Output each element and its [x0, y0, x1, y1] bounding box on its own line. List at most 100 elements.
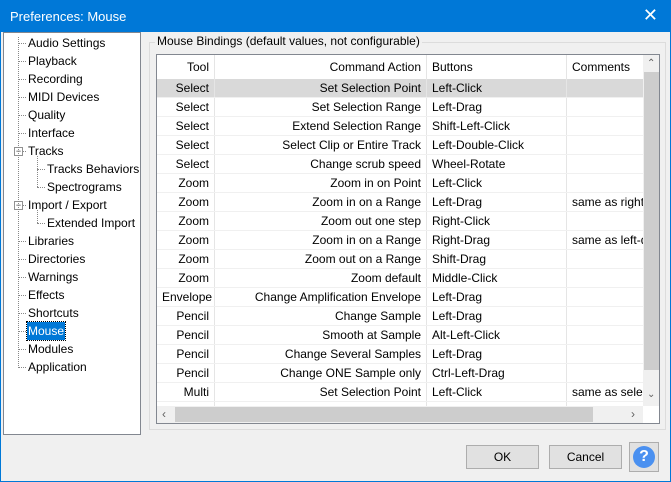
scroll-right-icon[interactable]: › [631, 407, 635, 421]
table-row[interactable]: Pencil Change ONE Sample only Ctrl-Left-Dr… [157, 364, 643, 383]
cell-buttons: Right-Drag [427, 231, 567, 249]
table-row[interactable]: Pencil Change Sample Left-Drag [157, 307, 643, 326]
cell-tool: Zoom [157, 250, 215, 268]
mouse-bindings-list[interactable]: Tool Command Action Buttons Comments Sel… [156, 54, 660, 424]
cancel-button[interactable]: Cancel [549, 445, 622, 469]
column-header-comments[interactable]: Comments [567, 55, 643, 79]
scroll-up-icon[interactable]: ⌃ [647, 58, 655, 69]
tree-item-modules[interactable]: Modules [27, 340, 74, 358]
cell-buttons: Left-Click [427, 174, 567, 192]
cell-tool: Pencil [157, 326, 215, 344]
window-title: Preferences: Mouse [10, 9, 127, 24]
scroll-down-icon[interactable]: ⌄ [647, 389, 655, 400]
cell-comments [567, 364, 643, 382]
cell-buttons: Left-Drag [427, 288, 567, 306]
tree-item-mouse[interactable]: Mouse [25, 321, 67, 341]
cell-command-action: Change scrub speed [215, 155, 427, 173]
cell-tool: Zoom [157, 193, 215, 211]
table-row[interactable]: Select Select Clip or Entire Track Left-Do… [157, 136, 643, 155]
close-icon[interactable]: ✕ [643, 5, 658, 26]
cell-comments [567, 269, 643, 287]
column-header-tool[interactable]: Tool [157, 55, 215, 79]
horizontal-scrollbar[interactable]: ‹ › [157, 406, 643, 423]
cell-tool: Zoom [157, 212, 215, 230]
table-row[interactable]: Zoom Zoom in on a Range Left-Drag same as r… [157, 193, 643, 212]
cell-buttons: Shift-Drag [427, 250, 567, 268]
tree-connector [18, 133, 26, 134]
tree-item-tracks-behaviors[interactable]: Tracks Behaviors [46, 160, 140, 178]
tree-connector [37, 223, 45, 224]
cell-comments [567, 326, 643, 344]
table-row[interactable]: Multi Set Selection Point Left-Click same a… [157, 383, 643, 402]
group-label: Mouse Bindings (default values, not conf… [155, 34, 422, 48]
tree-connector [18, 115, 26, 116]
cell-buttons: Left-Drag [427, 193, 567, 211]
cell-command-action: Set Selection Range [215, 98, 427, 116]
column-header-command-action[interactable]: Command Action [215, 55, 427, 79]
table-row[interactable]: Select Change scrub speed Wheel-Rotate [157, 155, 643, 174]
cell-tool: Pencil [157, 307, 215, 325]
tree-connector [37, 156, 38, 187]
cell-tool: Select [157, 117, 215, 135]
cell-tool: Select [157, 136, 215, 154]
table-row[interactable]: Pencil Smooth at Sample Alt-Left-Click [157, 326, 643, 345]
tree-item-libraries[interactable]: Libraries [27, 232, 75, 250]
preferences-category-tree[interactable]: Audio Settings Playback Recording MIDI Devi… [3, 32, 141, 435]
table-row[interactable]: Zoom Zoom default Middle-Click [157, 269, 643, 288]
cell-tool: Zoom [157, 269, 215, 287]
cell-buttons: Left-Drag [427, 345, 567, 363]
cell-command-action: Zoom out on a Range [215, 250, 427, 268]
cell-comments: same as select tool [572, 385, 643, 399]
cell-tool: Envelope [157, 288, 215, 306]
tree-item-effects[interactable]: Effects [27, 286, 65, 304]
tree-item-application[interactable]: Application [27, 358, 88, 376]
scroll-left-icon[interactable]: ‹ [162, 407, 166, 421]
tree-item-recording[interactable]: Recording [27, 70, 84, 88]
cell-comments [567, 345, 643, 363]
table-row[interactable]: Zoom Zoom out on a Range Shift-Drag [157, 250, 643, 269]
tree-item-audio-settings[interactable]: Audio Settings [27, 34, 106, 52]
help-icon: ? [633, 446, 655, 468]
table-row[interactable]: Select Set Selection Range Left-Drag [157, 98, 643, 117]
column-header-buttons[interactable]: Buttons [427, 55, 567, 79]
ok-button[interactable]: OK [466, 445, 539, 469]
table-row[interactable]: Zoom Zoom in on a Range Right-Drag same as … [157, 231, 643, 250]
tree-item-extended-import[interactable]: Extended Import [46, 214, 136, 232]
tree-item-import-export[interactable]: Import / Export [27, 196, 108, 214]
cell-command-action: Set Selection Point [215, 79, 427, 97]
tree-connector [18, 313, 26, 314]
tree-item-quality[interactable]: Quality [27, 106, 66, 124]
cell-command-action: Extend Selection Range [215, 117, 427, 135]
table-row[interactable]: Select Set Selection Point Left-Click [157, 79, 643, 98]
table-row[interactable]: Pencil Change Several Samples Left-Drag [157, 345, 643, 364]
tree-item-midi-devices[interactable]: MIDI Devices [27, 88, 100, 106]
tree-item-warnings[interactable]: Warnings [27, 268, 79, 286]
cell-command-action: Zoom default [215, 269, 427, 287]
cell-comments [567, 79, 643, 97]
cell-buttons: Left-Click [427, 79, 567, 97]
cell-buttons: Alt-Left-Click [427, 326, 567, 344]
tree-item-interface[interactable]: Interface [27, 124, 76, 142]
tree-item-shortcuts[interactable]: Shortcuts [27, 304, 80, 322]
cell-tool: Zoom [157, 174, 215, 192]
tree-item-spectrograms[interactable]: Spectrograms [46, 178, 123, 196]
vertical-scrollbar[interactable]: ⌃ ⌄ [643, 55, 659, 406]
table-row[interactable]: Zoom Zoom out one step Right-Click [157, 212, 643, 231]
table-row[interactable]: Select Extend Selection Range Shift-Left-C… [157, 117, 643, 136]
cell-comments: same as right-drag [572, 195, 643, 209]
cell-buttons: Shift-Left-Click [427, 117, 567, 135]
table-row[interactable]: Envelope Change Amplification Envelope Lef… [157, 288, 643, 307]
tree-item-tracks[interactable]: Tracks [27, 142, 65, 160]
list-rows: Select Set Selection Point Left-Click Selec… [157, 79, 643, 406]
cell-buttons: Left-Drag [427, 98, 567, 116]
help-button[interactable]: ? [629, 442, 659, 472]
tree-item-playback[interactable]: Playback [27, 52, 78, 70]
tree-connector [18, 259, 26, 260]
cell-command-action: Change Amplification Envelope [215, 288, 427, 306]
horizontal-scroll-thumb[interactable] [175, 407, 593, 422]
tree-item-directories[interactable]: Directories [27, 250, 86, 268]
table-row[interactable]: Zoom Zoom in on Point Left-Click [157, 174, 643, 193]
vertical-scroll-thumb[interactable] [644, 72, 659, 370]
tree-connector [18, 97, 26, 98]
cell-tool: Select [157, 79, 215, 97]
